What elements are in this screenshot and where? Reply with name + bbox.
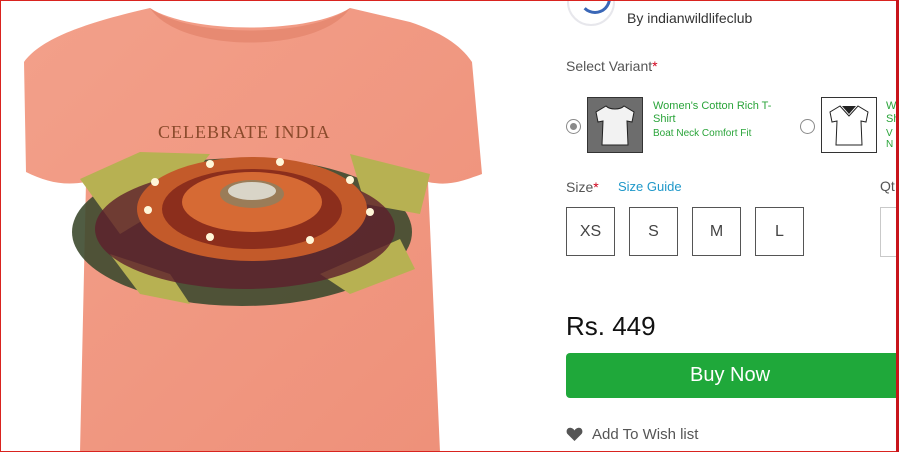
shirt-print-text: CELEBRATE INDIA — [158, 122, 331, 142]
size-guide-link[interactable]: Size Guide — [618, 179, 682, 194]
size-button-l[interactable]: L — [755, 207, 804, 256]
add-to-wishlist-link[interactable]: Add To Wish list — [566, 426, 698, 443]
seller-name[interactable]: By indianwildlifeclub — [627, 10, 752, 26]
wishlist-label[interactable]: Add To Wish list — [592, 426, 698, 443]
seller-logo[interactable] — [567, 0, 615, 26]
quantity-label: Qt — [880, 178, 895, 194]
tshirt-v-neck-icon[interactable] — [821, 97, 877, 153]
buy-now-button[interactable]: Buy Now — [566, 353, 899, 398]
variant-radio-selected[interactable] — [566, 119, 581, 134]
variant-name[interactable]: Women's Cotton Rich T-Shirt — [653, 100, 783, 126]
variant-radio[interactable] — [800, 119, 815, 134]
size-button-s[interactable]: S — [629, 207, 678, 256]
price: Rs. 449 — [566, 311, 656, 341]
size-label: Size* — [566, 179, 599, 195]
size-button-m[interactable]: M — [692, 207, 741, 256]
heart-icon — [566, 427, 583, 441]
variant-label: Select Variant* — [566, 58, 658, 74]
size-button-xs[interactable]: XS — [566, 207, 615, 256]
variant-subtitle: Boat Neck Comfort Fit — [653, 128, 752, 139]
product-image — [24, 8, 482, 452]
tshirt-boat-neck-icon[interactable] — [587, 97, 643, 153]
